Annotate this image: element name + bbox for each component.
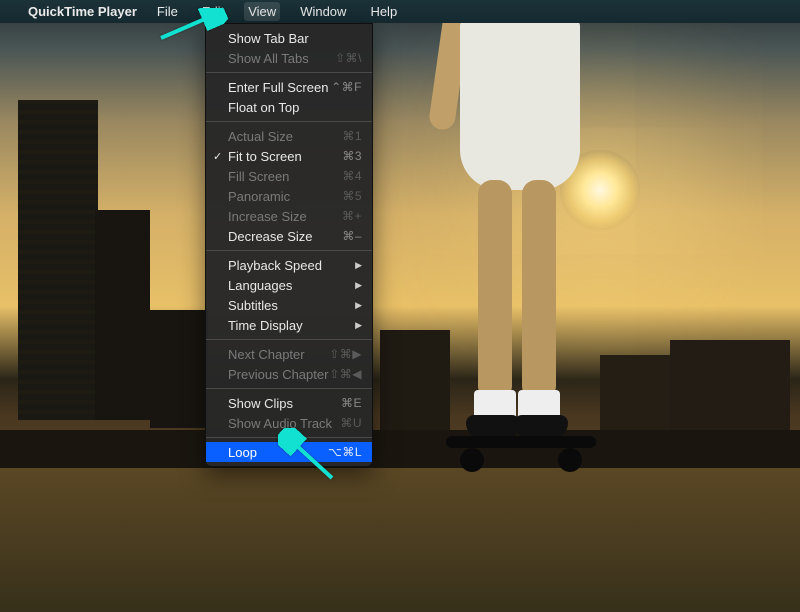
- menu-item-languages[interactable]: Languages▶: [206, 275, 372, 295]
- menu-item-shortcut: ⌘3: [342, 149, 362, 163]
- menu-item-label: Subtitles: [228, 298, 355, 313]
- view-menu-dropdown: Show Tab Bar Show All Tabs⇧⌘\ Enter Full S…: [205, 23, 373, 467]
- menu-item-time-display[interactable]: Time Display▶: [206, 315, 372, 335]
- video-frame: [0, 0, 800, 612]
- menu-item-label: Time Display: [228, 318, 355, 333]
- menu-item-label: Enter Full Screen: [228, 80, 331, 95]
- menu-item-panoramic: Panoramic⌘5: [206, 186, 372, 206]
- menu-item-enter-full-screen[interactable]: Enter Full Screen⌃⌘F: [206, 77, 372, 97]
- menu-item-float-on-top[interactable]: Float on Top: [206, 97, 372, 117]
- menu-item-shortcut: ⇧⌘▶: [329, 347, 362, 361]
- menu-item-shortcut: ⌘+: [342, 209, 362, 223]
- menu-item-label: Next Chapter: [228, 347, 329, 362]
- chevron-right-icon: ▶: [355, 280, 362, 291]
- menu-item-fill-screen: Fill Screen⌘4: [206, 166, 372, 186]
- chevron-right-icon: ▶: [355, 300, 362, 311]
- annotation-arrow-loop: [278, 428, 348, 484]
- menu-item-shortcut: ⇧⌘◀: [329, 367, 362, 381]
- check-icon: ✓: [213, 150, 222, 163]
- menu-separator: [206, 388, 372, 389]
- menu-item-label: Show Tab Bar: [228, 31, 362, 46]
- menu-item-playback-speed[interactable]: Playback Speed▶: [206, 255, 372, 275]
- menu-item-shortcut: ⇧⌘\: [335, 51, 362, 65]
- menu-view[interactable]: View: [244, 2, 280, 21]
- menu-item-shortcut: ⌘1: [342, 129, 362, 143]
- menu-item-show-all-tabs: Show All Tabs⇧⌘\: [206, 48, 372, 68]
- menu-item-shortcut: ⌘–: [342, 229, 362, 243]
- menubar: QuickTime Player FileEditViewWindowHelp: [0, 0, 800, 23]
- menu-item-fit-to-screen[interactable]: ✓ Fit to Screen⌘3: [206, 146, 372, 166]
- menu-item-label: Show All Tabs: [228, 51, 335, 66]
- menu-item-decrease-size[interactable]: Decrease Size⌘–: [206, 226, 372, 246]
- menu-item-next-chapter: Next Chapter⇧⌘▶: [206, 344, 372, 364]
- menu-item-increase-size: Increase Size⌘+: [206, 206, 372, 226]
- app-name[interactable]: QuickTime Player: [28, 4, 137, 19]
- menu-item-label: Panoramic: [228, 189, 342, 204]
- menu-item-shortcut: ⌘5: [342, 189, 362, 203]
- annotation-arrow-view: [155, 8, 235, 44]
- menu-separator: [206, 250, 372, 251]
- menu-item-label: Float on Top: [228, 100, 362, 115]
- menu-item-shortcut: ⌃⌘F: [331, 80, 362, 94]
- menu-item-label: Languages: [228, 278, 355, 293]
- menu-item-show-clips[interactable]: Show Clips⌘E: [206, 393, 372, 413]
- menu-item-actual-size: Actual Size⌘1: [206, 126, 372, 146]
- menu-item-shortcut: ⌘4: [342, 169, 362, 183]
- menu-item-label: Playback Speed: [228, 258, 355, 273]
- menu-item-label: Increase Size: [228, 209, 342, 224]
- menu-item-label: Show Clips: [228, 396, 341, 411]
- menu-item-subtitles[interactable]: Subtitles▶: [206, 295, 372, 315]
- menu-item-label: Fit to Screen: [228, 149, 342, 164]
- menu-window[interactable]: Window: [296, 2, 350, 21]
- menu-separator: [206, 121, 372, 122]
- menu-item-shortcut: ⌘E: [341, 396, 362, 410]
- menu-item-previous-chapter: Previous Chapter⇧⌘◀: [206, 364, 372, 384]
- chevron-right-icon: ▶: [355, 260, 362, 271]
- chevron-right-icon: ▶: [355, 320, 362, 331]
- menu-item-label: Previous Chapter: [228, 367, 329, 382]
- menu-item-label: Decrease Size: [228, 229, 342, 244]
- menu-separator: [206, 339, 372, 340]
- menu-item-label: Actual Size: [228, 129, 342, 144]
- menu-item-label: Fill Screen: [228, 169, 342, 184]
- menu-separator: [206, 72, 372, 73]
- menu-help[interactable]: Help: [366, 2, 401, 21]
